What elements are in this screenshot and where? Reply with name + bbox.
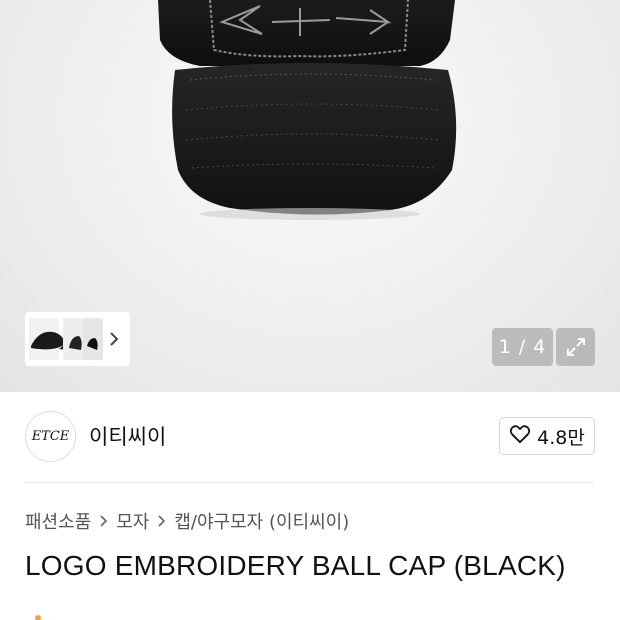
divider	[25, 482, 595, 483]
thumbnail-cap-images	[29, 318, 103, 360]
breadcrumb: 패션소품 모자 캡/야구모자 (이티씨이)	[25, 508, 349, 534]
image-counter: 1 / 4	[492, 328, 553, 366]
product-title: LOGO EMBROIDERY BALL CAP (BLACK)	[25, 550, 566, 581]
breadcrumb-item-hats[interactable]: 모자	[116, 508, 149, 534]
breadcrumb-item-fashion-accessories[interactable]: 패션소품	[25, 508, 91, 534]
brand-row: ETCE 이티씨이 4.8만	[25, 410, 595, 462]
expand-icon[interactable]	[556, 328, 595, 366]
chevron-right-icon	[157, 514, 166, 528]
rating-star-icon	[35, 615, 41, 620]
product-image-gallery[interactable]: 1 / 4	[0, 0, 620, 392]
brand-name[interactable]: 이티씨이	[89, 421, 166, 451]
chevron-right-icon	[99, 514, 108, 528]
breadcrumb-item-caps[interactable]: 캡/야구모자 (이티씨이)	[174, 508, 349, 534]
thumbnail-strip[interactable]	[25, 312, 130, 366]
brand-logo[interactable]: ETCE	[25, 410, 76, 462]
next-section-peek	[25, 612, 595, 620]
thumbnail-images[interactable]	[25, 312, 105, 366]
heart-icon	[509, 424, 531, 449]
chevron-right-icon[interactable]	[104, 328, 124, 350]
like-count: 4.8만	[537, 426, 585, 449]
like-button[interactable]: 4.8만	[499, 417, 595, 455]
